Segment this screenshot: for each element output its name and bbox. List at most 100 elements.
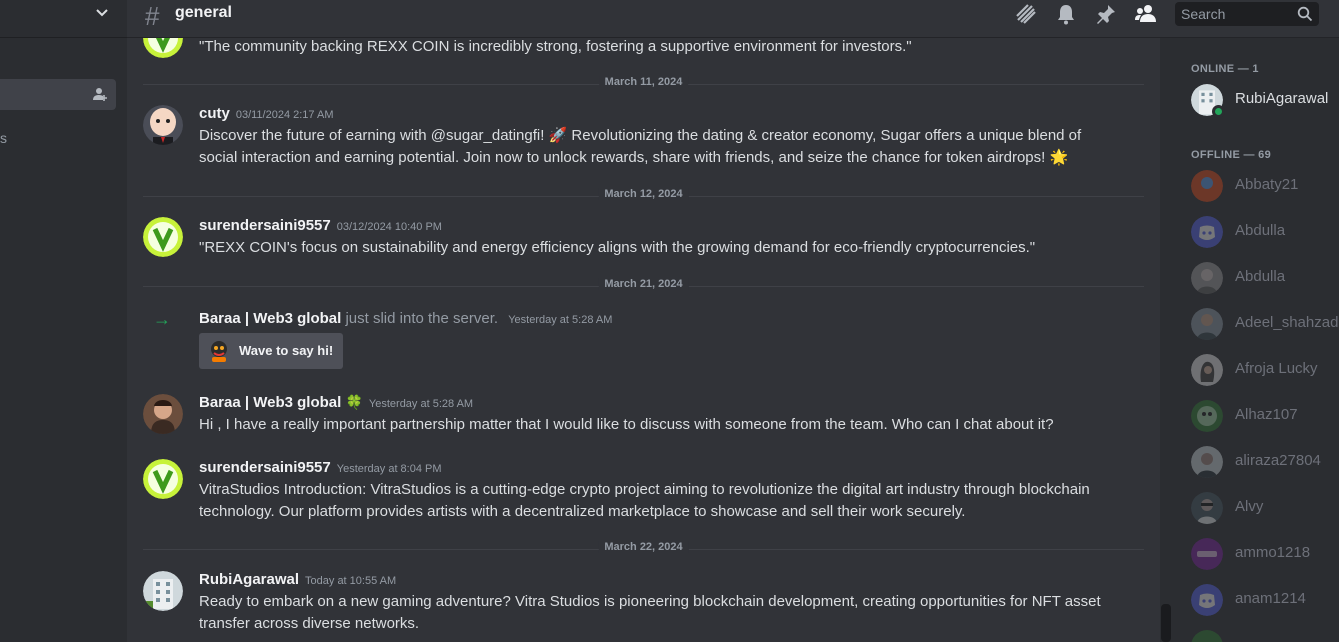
member-item[interactable]: RubiAgarawal: [1191, 84, 1339, 124]
hashtag-icon: #: [145, 1, 160, 31]
avatar: [1191, 400, 1223, 432]
username[interactable]: surendersaini9557: [199, 459, 331, 476]
scrollbar-thumb[interactable]: [1161, 604, 1171, 642]
message-text: Discover the future of earning with @sug…: [199, 127, 1082, 166]
scrollbar-track[interactable]: [1160, 38, 1172, 642]
pin-icon[interactable]: [1094, 2, 1118, 26]
message-author[interactable]: surendersaini9557 Yesterday at 8:04 PM: [199, 459, 442, 476]
avatar: [1191, 354, 1223, 386]
sidebar-item-label[interactable]: s: [0, 130, 7, 146]
channel-sidebar: s: [0, 0, 127, 642]
member-name: Abdulla: [1235, 222, 1286, 239]
username[interactable]: surendersaini9557: [199, 217, 331, 234]
member-list-icon[interactable]: [1134, 2, 1158, 26]
member-item[interactable]: Alvy: [1191, 492, 1339, 532]
member-item[interactable]: Alhaz107: [1191, 400, 1339, 440]
member-list: ONLINE — 1 RubiAgarawal OFFLINE — 69 Abb…: [1172, 38, 1339, 642]
discord-app: s # general Search "The community backin…: [0, 0, 1339, 642]
avatar: [1191, 492, 1223, 524]
member-name: Alhaz107: [1235, 406, 1298, 423]
online-header: ONLINE — 1: [1191, 63, 1259, 75]
member-name: Alvy: [1235, 498, 1264, 515]
username[interactable]: RubiAgarawal: [199, 571, 299, 588]
avatar: [1191, 630, 1223, 642]
date-divider-label: March 21, 2024: [598, 278, 689, 290]
message-text: Ready to embark on a new gaming adventur…: [199, 593, 1101, 632]
wave-sticker-icon: [211, 341, 227, 362]
message-author[interactable]: Baraa | Web3 global 🍀 Yesterday at 5:28 A…: [199, 394, 473, 411]
date-divider: March 12, 2024: [143, 188, 1144, 200]
username[interactable]: cuty: [199, 105, 230, 122]
timestamp: Today at 10:55 AM: [305, 575, 397, 587]
message-author[interactable]: cuty 03/11/2024 2:17 AM: [199, 105, 334, 122]
offline-header: OFFLINE — 69: [1191, 149, 1271, 161]
member-item[interactable]: [1191, 630, 1339, 642]
threads-icon[interactable]: [1014, 2, 1038, 26]
search-placeholder: Search: [1181, 6, 1226, 22]
avatar: [1191, 446, 1223, 478]
member-name: Afroja Lucky: [1235, 360, 1318, 377]
member-item[interactable]: aliraza27804: [1191, 446, 1339, 486]
member-name: Abbaty21: [1235, 176, 1299, 193]
avatar: [1191, 216, 1223, 248]
avatar: [1191, 262, 1223, 294]
member-item[interactable]: Abdulla: [1191, 216, 1339, 256]
message-list: "The community backing REXX COIN is incr…: [127, 38, 1160, 642]
member-name: ammo1218: [1235, 544, 1311, 561]
avatar[interactable]: [143, 217, 183, 257]
avatar[interactable]: [143, 38, 183, 58]
timestamp: Yesterday at 5:28 AM: [508, 314, 613, 326]
bell-icon[interactable]: [1054, 2, 1078, 26]
avatar[interactable]: [143, 459, 183, 499]
member-name: RubiAgarawal: [1235, 90, 1329, 107]
search-input[interactable]: Search: [1175, 2, 1319, 26]
search-icon: [1297, 6, 1313, 22]
avatar[interactable]: [143, 105, 183, 145]
avatar: [1191, 584, 1223, 616]
sidebar-item-general[interactable]: [0, 79, 116, 110]
timestamp: 03/11/2024 2:17 AM: [235, 109, 334, 121]
timestamp: Yesterday at 5:28 AM: [368, 398, 474, 410]
avatar[interactable]: [143, 394, 183, 434]
avatar: [1191, 170, 1223, 202]
member-item[interactable]: Adeel_shahzad: [1191, 308, 1339, 348]
member-name: aliraza27804: [1235, 452, 1321, 469]
member-item[interactable]: anam1214: [1191, 584, 1339, 624]
message-author[interactable]: surendersaini9557 03/12/2024 10:40 PM: [199, 217, 442, 234]
member-name: Abdulla: [1235, 268, 1286, 285]
member-name: anam1214: [1235, 590, 1306, 607]
username[interactable]: Baraa | Web3 global: [199, 394, 341, 411]
date-divider: March 22, 2024: [143, 541, 1144, 553]
member-item[interactable]: Afroja Lucky: [1191, 354, 1339, 394]
wave-button[interactable]: Wave to say hi!: [199, 333, 343, 369]
arrow-right-icon: →: [153, 309, 171, 329]
member-item[interactable]: Abdulla: [1191, 262, 1339, 302]
member-item[interactable]: Abbaty21: [1191, 170, 1339, 210]
avatar[interactable]: [143, 571, 183, 611]
add-user-icon[interactable]: [92, 86, 108, 102]
date-divider: March 11, 2024: [143, 76, 1144, 88]
timestamp: Yesterday at 8:04 PM: [336, 463, 442, 475]
member-name: Adeel_shahzad: [1235, 314, 1339, 331]
message-text: "The community backing REXX COIN is incr…: [199, 38, 912, 55]
join-action: just slid into the server.: [345, 310, 499, 327]
message-text: VitraStudios Introduction: VitraStudios …: [199, 481, 1090, 520]
date-divider-label: March 22, 2024: [598, 541, 689, 553]
member-item[interactable]: ammo1218: [1191, 538, 1339, 578]
avatar: [1191, 538, 1223, 570]
date-divider-label: March 12, 2024: [598, 188, 689, 200]
channel-header: # general Search: [127, 0, 1339, 38]
join-text: Baraa | Web3 global just slid into the s…: [199, 310, 612, 327]
username[interactable]: Baraa | Web3 global: [199, 310, 341, 327]
timestamp: 03/12/2024 10:40 PM: [336, 221, 442, 233]
server-header[interactable]: [0, 0, 127, 38]
wave-button-label: Wave to say hi!: [239, 343, 334, 358]
message-author[interactable]: RubiAgarawal Today at 10:55 AM: [199, 571, 396, 588]
date-divider-label: March 11, 2024: [598, 76, 689, 88]
avatar: [1191, 308, 1223, 340]
date-divider: March 21, 2024: [143, 278, 1144, 290]
channel-name: general: [175, 4, 232, 21]
online-status-icon: [1212, 105, 1225, 118]
message-text: Hi , I have a really important partnersh…: [199, 416, 1054, 433]
chevron-down-icon[interactable]: [94, 4, 110, 20]
